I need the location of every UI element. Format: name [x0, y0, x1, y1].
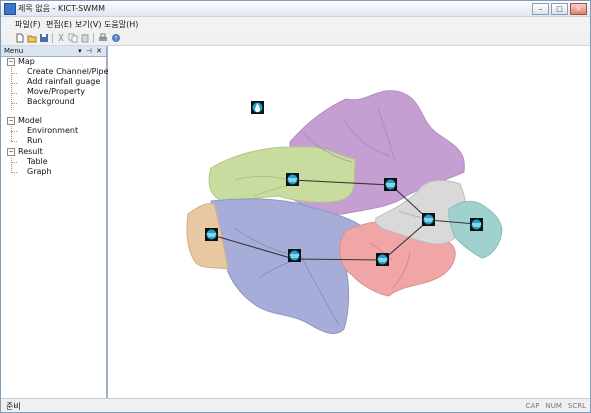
toolbar: ?: [1, 31, 590, 46]
subcatchment-node-3[interactable]: [205, 228, 218, 241]
subcatchment-blue[interactable]: [210, 198, 365, 334]
rain-gauge-icon[interactable]: [251, 101, 264, 114]
subcatchment-node-7[interactable]: [470, 218, 483, 231]
tree-group-map[interactable]: − Map: [7, 57, 35, 66]
toolbar-separator: [52, 33, 53, 43]
menu-help[interactable]: 도움말(H): [104, 19, 138, 30]
collapse-icon[interactable]: −: [7, 57, 15, 66]
new-icon[interactable]: [15, 33, 25, 43]
tree-item-create-channel[interactable]: Create Channel/Pipes: [27, 67, 113, 76]
app-window: 제목 없음 - KICT-SWMM – □ × 파일(F) 편집(E) 보기(V…: [0, 0, 591, 413]
subcatchment-node-4[interactable]: [288, 249, 301, 262]
tree-item-graph[interactable]: Graph: [27, 167, 52, 176]
tree-item-environment[interactable]: Environment: [27, 126, 78, 135]
subcatchment-node-6[interactable]: [422, 213, 435, 226]
status-text: 준비: [6, 402, 21, 411]
app-icon: [4, 3, 16, 15]
status-bar: 준비 CAP NUM SCRL: [1, 398, 590, 412]
cut-icon[interactable]: [56, 33, 66, 43]
print-icon[interactable]: [98, 33, 108, 43]
menu-view[interactable]: 보기(V): [75, 19, 101, 30]
tree-item-move-property[interactable]: Move/Property: [27, 87, 85, 96]
svg-text:?: ?: [114, 36, 117, 43]
window-title: 제목 없음 - KICT-SWMM: [18, 4, 105, 13]
toolbar-separator: [93, 33, 94, 43]
status-indicators: CAP NUM SCRL: [526, 402, 586, 410]
paste-icon[interactable]: [80, 33, 90, 43]
maximize-button[interactable]: □: [551, 3, 568, 15]
subcatchment-node-1[interactable]: [286, 173, 299, 186]
watershed-map: [186, 90, 503, 334]
menu-panel-controls[interactable]: ▾ ⊣ ✕: [78, 46, 103, 56]
subcatchment-node-2[interactable]: [384, 178, 397, 191]
minimize-button[interactable]: –: [532, 3, 549, 15]
status-scrl: SCRL: [567, 402, 586, 410]
menu-edit[interactable]: 편집(E): [46, 19, 72, 30]
menu-file[interactable]: 파일(F): [15, 19, 41, 30]
status-cap: CAP: [525, 402, 540, 410]
menu-panel: Menu ▾ ⊣ ✕ − Map Create Channel/Pipes Add…: [1, 46, 113, 398]
tree-item-add-rainfall-gauge[interactable]: Add rainfall guage: [27, 77, 100, 86]
status-num: NUM: [545, 402, 562, 410]
tree-item-background[interactable]: Background: [27, 97, 75, 106]
copy-icon[interactable]: [68, 33, 78, 43]
menu-bar: 파일(F) 편집(E) 보기(V) 도움말(H): [1, 17, 590, 31]
menu-tree: − Map Create Channel/Pipes Add rainfall g…: [1, 57, 113, 397]
menu-panel-header: Menu ▾ ⊣ ✕: [1, 46, 106, 57]
about-icon[interactable]: ?: [111, 33, 121, 43]
tree-item-table[interactable]: Table: [27, 157, 48, 166]
save-icon[interactable]: [39, 33, 49, 43]
collapse-icon[interactable]: −: [7, 116, 15, 125]
close-button[interactable]: ×: [570, 3, 587, 15]
title-bar: 제목 없음 - KICT-SWMM – □ ×: [1, 1, 590, 17]
tree-item-run[interactable]: Run: [27, 136, 42, 145]
tree-group-result[interactable]: − Result: [7, 147, 43, 156]
subcatchment-node-5[interactable]: [376, 253, 389, 266]
map-canvas[interactable]: [108, 46, 590, 398]
tree-group-model[interactable]: − Model: [7, 116, 42, 125]
menu-panel-title: Menu: [4, 47, 24, 55]
open-icon[interactable]: [27, 33, 37, 43]
collapse-icon[interactable]: −: [7, 147, 15, 156]
window-controls: – □ ×: [532, 3, 587, 15]
